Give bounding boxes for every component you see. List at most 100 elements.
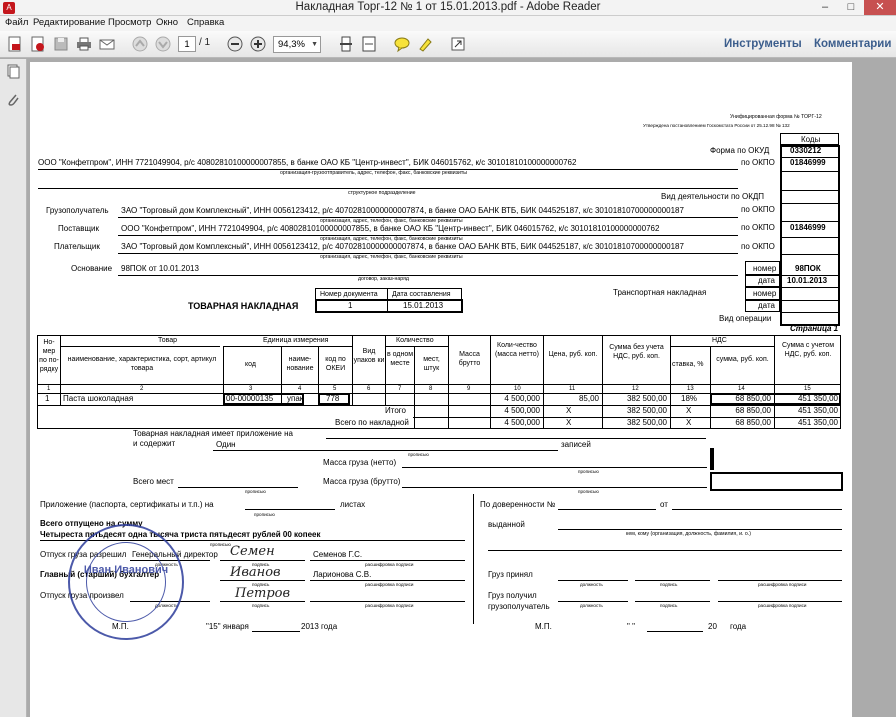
row-vat-rate: 18%	[681, 394, 698, 403]
fit-page-icon[interactable]	[337, 35, 355, 53]
zoom-select[interactable]: 94,3% ▼	[273, 36, 321, 53]
col-number: 11	[569, 386, 576, 392]
email-icon[interactable]	[98, 35, 116, 53]
pages-icon[interactable]	[6, 64, 21, 84]
accountant-signature: Иванов	[230, 565, 281, 580]
row-vat-sum: 68 850,00	[735, 394, 771, 403]
page-up-icon[interactable]	[131, 35, 149, 53]
grand-total-rate-x: X	[686, 418, 692, 427]
col-sum-header: Сумма без учета НДС, руб. коп.	[609, 344, 664, 360]
grand-total-with-vat: 451 350,00	[797, 418, 838, 427]
col-number: 6	[367, 386, 371, 392]
in-words-caption: прописью	[578, 469, 599, 474]
decoding-caption: расшифровка подписи	[365, 603, 414, 608]
row-sum: 382 500,00	[626, 394, 667, 403]
places-label: Всего мест	[133, 477, 174, 486]
col-number: 15	[804, 386, 811, 392]
records-count: Один	[216, 440, 236, 449]
col-vat-header: НДС	[712, 337, 727, 344]
form-note: Унифицированная форма № ТОРГ-12	[730, 114, 822, 120]
zoom-in-icon[interactable]	[249, 35, 267, 53]
menu-edit[interactable]: Редактирование	[33, 17, 105, 28]
zoom-out-icon[interactable]	[226, 35, 244, 53]
in-words-caption: прописью	[245, 489, 266, 494]
total-net-qty: 4 500,000	[504, 406, 540, 415]
total-sum: 382 500,00	[626, 406, 667, 415]
stamp-text: Иван Иванович	[83, 564, 169, 576]
attachments-icon[interactable]	[6, 92, 21, 112]
menu-help[interactable]: Справка	[187, 17, 224, 28]
col-number: 12	[632, 386, 639, 392]
comment-icon[interactable]	[393, 35, 411, 53]
maximize-button[interactable]: □	[838, 0, 864, 15]
fit-width-icon[interactable]	[360, 35, 378, 53]
payer-label: Плательщик	[54, 242, 100, 251]
minimize-button[interactable]: –	[812, 0, 838, 15]
from-label: от	[660, 500, 668, 509]
total-vat-sum: 68 850,00	[735, 406, 771, 415]
col-total-header: Сумма с учетом НДС, руб. коп.	[781, 342, 835, 358]
document-number: 1	[348, 301, 353, 310]
tools-link[interactable]: Инструменты	[724, 38, 802, 50]
position-caption: должность	[580, 603, 603, 608]
supplier-text: ООО "Конфетпром", ИНН 7721049904, р/с 40…	[121, 224, 660, 233]
col-qty-header: Количество	[396, 337, 434, 344]
col-code-header: код	[245, 361, 256, 368]
col-number: 4	[298, 386, 302, 392]
close-button[interactable]: ✕	[864, 0, 896, 15]
release-year: 2013 года	[301, 622, 338, 631]
document-date: 15.01.2013	[403, 301, 444, 310]
accountant-name: Ларионова С.В.	[313, 570, 372, 579]
director-name: Семенов Г.С.	[313, 550, 363, 559]
col-number: 13	[687, 386, 694, 392]
contains-label: и содержит	[133, 439, 176, 448]
highlight-icon[interactable]	[416, 35, 434, 53]
issued-label: выданной	[488, 520, 525, 529]
col-pack-header: Вид упаков ки	[353, 348, 385, 364]
grand-total-price-x: X	[566, 418, 572, 427]
doc-date-header: Дата составления	[392, 291, 451, 298]
row-net-qty: 4 500,000	[504, 394, 540, 403]
grand-total-label: Всего по накладной	[335, 418, 409, 427]
save-icon[interactable]	[52, 35, 70, 53]
menu-window[interactable]: Окно	[156, 17, 178, 28]
issued-caption: кем, кому (организация, должность, фамил…	[626, 531, 751, 537]
row-price: 85,00	[578, 394, 599, 403]
page-number-input[interactable]	[178, 36, 196, 52]
payer-text: ЗАО "Торговый дом Комплексный", ИНН 0056…	[121, 242, 684, 251]
nomer-value: 98ПОК	[795, 264, 821, 273]
export-icon[interactable]	[29, 35, 47, 53]
receipt-year-suffix: года	[730, 622, 747, 631]
consignee-text: ЗАО "Торговый дом Комплексный", ИНН 0056…	[121, 206, 684, 215]
operation-type-label: Вид операции	[719, 314, 772, 323]
chevron-down-icon: ▼	[311, 41, 318, 48]
data-label: дата	[758, 276, 775, 285]
in-words-caption: прописью	[254, 512, 275, 517]
print-icon[interactable]	[75, 35, 93, 53]
menu-view[interactable]: Просмотр	[108, 17, 151, 28]
col-vat-sum-header: сумма, руб. коп.	[716, 356, 769, 363]
transport-waybill-label: Транспортная накладная	[613, 288, 707, 297]
col-number: 5	[333, 386, 337, 392]
row-goods-name: Паста шоколадная	[63, 394, 134, 403]
codes-header: Коды	[801, 135, 821, 144]
menu-file[interactable]: Файл	[5, 17, 28, 28]
col-number: 3	[249, 386, 253, 392]
okpo-code-3: 01846999	[790, 223, 826, 232]
window-title: Накладная Торг-12 № 1 от 15.01.2013.pdf …	[295, 1, 601, 13]
signature-caption: подпись	[252, 603, 270, 608]
releaser-signature: Петров	[235, 586, 291, 601]
struct-caption: структурное подразделение	[348, 190, 416, 196]
grand-total-sum: 382 500,00	[626, 418, 667, 427]
okpo-label-2: по ОКПО	[741, 205, 775, 214]
gross-weight-label: Масса груза (брутто)	[323, 477, 401, 486]
fullscreen-icon[interactable]	[449, 35, 467, 53]
nomer-label: номер	[753, 264, 777, 273]
okpo-label-1: по ОКПО	[741, 158, 775, 167]
create-pdf-icon[interactable]	[6, 35, 24, 53]
col-places-header: мест, штук	[423, 356, 440, 372]
comments-link[interactable]: Комментарии	[814, 38, 891, 50]
receipt-date: " "	[627, 622, 635, 631]
page-down-icon[interactable]	[154, 35, 172, 53]
cargo-accepted-label: Груз принял	[488, 570, 533, 579]
